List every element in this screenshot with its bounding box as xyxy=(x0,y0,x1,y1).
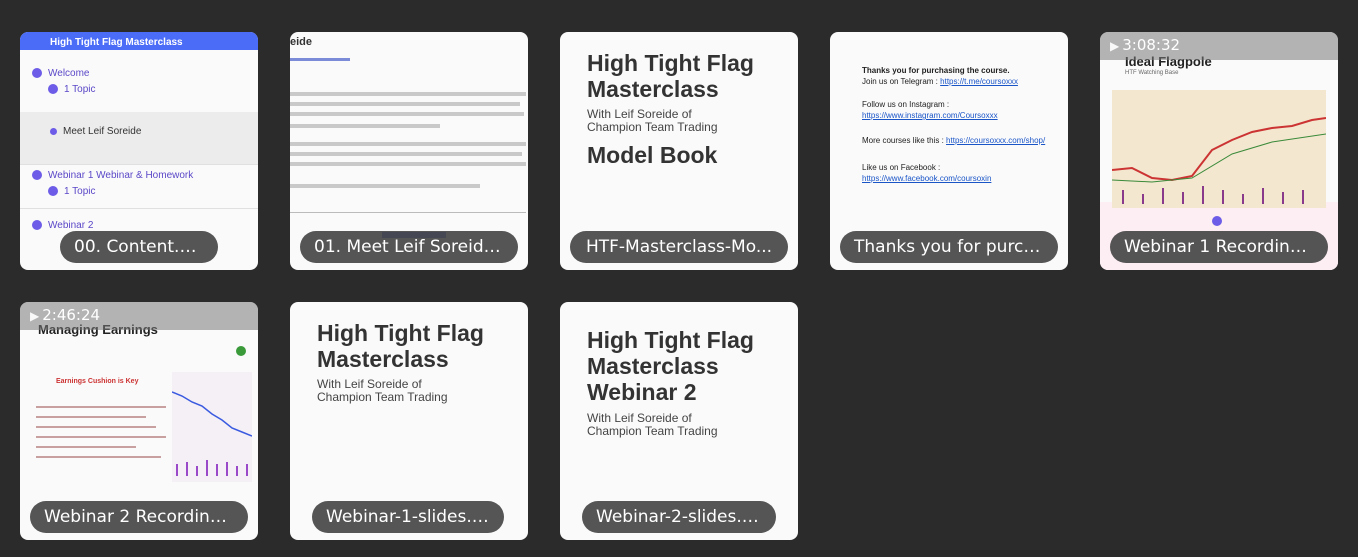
preview-selected-row xyxy=(20,112,258,164)
preview-text-line xyxy=(290,102,520,106)
file-name-label: Webinar-2-slides.pdf xyxy=(582,501,776,533)
play-icon: ▶ xyxy=(30,309,40,323)
preview-text: Thanks you for purchasing the course. xyxy=(862,66,1010,75)
file-tile-webinar-1-recording[interactable]: Ideal Flagpole HTF Watching Base ▶ 3:08:3… xyxy=(1100,32,1338,270)
file-name-label: Webinar 1 Recording ... xyxy=(1110,231,1328,263)
preview-text-line xyxy=(290,142,526,146)
info-icon xyxy=(1212,216,1222,226)
preview-text-line xyxy=(290,162,526,166)
preview-link xyxy=(290,58,350,61)
preview-row: Welcome xyxy=(32,68,90,79)
slide-subtitle: Champion Team Trading xyxy=(587,120,718,134)
file-name-label: Webinar 2 Recording ... xyxy=(30,501,248,533)
preview-text-line xyxy=(290,152,522,156)
preview-text-line xyxy=(290,92,526,96)
preview-text-line xyxy=(290,112,524,116)
file-tile-model-book[interactable]: High Tight Flag Masterclass With Leif So… xyxy=(560,32,798,270)
preview-row: Meet Leif Soreide xyxy=(50,126,141,137)
file-tile-meet-leif[interactable]: eide 01. Meet Leif Soreide.... xyxy=(290,32,528,270)
preview-link: https://www.facebook.com/coursoxin xyxy=(862,174,992,183)
slide-title: Model Book xyxy=(587,142,718,168)
preview-bullets xyxy=(36,398,166,466)
preview-row: Webinar 1 Webinar & Homework xyxy=(32,170,193,181)
search-icon xyxy=(236,346,246,356)
preview-chart xyxy=(1111,90,1327,208)
preview-subtitle: Earnings Cushion is Key xyxy=(56,378,139,385)
preview-text: Like us on Facebook : xyxy=(862,163,941,172)
file-name-label: 00. Content.png xyxy=(60,231,218,263)
slide-subtitle: Champion Team Trading xyxy=(317,390,448,404)
file-name-label: Thanks you for purch... xyxy=(840,231,1058,263)
slide-title: High Tight Flag Masterclass xyxy=(587,50,754,102)
file-name-label: Webinar-1-slides.pdf xyxy=(312,501,504,533)
preview-row: 1 Topic xyxy=(48,186,96,197)
preview-divider xyxy=(20,208,258,209)
file-tile-content-png[interactable]: High Tight Flag Masterclass Welcome 1 To… xyxy=(20,32,258,270)
preview-text: Follow us on Instagram : xyxy=(862,100,950,109)
preview-divider xyxy=(20,164,258,165)
file-tile-webinar-1-slides[interactable]: High Tight Flag Masterclass With Leif So… xyxy=(290,302,528,540)
preview-header: High Tight Flag Masterclass xyxy=(20,32,258,50)
video-duration-badge: ▶ 2:46:24 xyxy=(20,302,258,330)
preview-chart xyxy=(171,372,253,482)
video-duration-badge: ▶ 3:08:32 xyxy=(1100,32,1338,60)
slide-title: High Tight Flag Masterclass xyxy=(317,320,484,372)
file-tile-thanks[interactable]: Thanks you for purchasing the course. Jo… xyxy=(830,32,1068,270)
preview-text-line xyxy=(290,124,440,128)
file-name-label: 01. Meet Leif Soreide.... xyxy=(300,231,518,263)
file-tile-webinar-2-recording[interactable]: Managing Earnings Earnings Cushion is Ke… xyxy=(20,302,258,540)
preview-row: Webinar 2 xyxy=(32,220,93,231)
slide-title: High Tight Flag Masterclass Webinar 2 xyxy=(587,327,754,405)
preview-header: eide xyxy=(290,36,313,48)
preview-text-line xyxy=(290,184,480,188)
preview-divider xyxy=(290,212,526,213)
play-icon: ▶ xyxy=(1110,39,1120,53)
preview-row: 1 Topic xyxy=(48,84,96,95)
preview-text: More courses like this : https://coursox… xyxy=(862,136,1046,145)
file-tile-webinar-2-slides[interactable]: High Tight Flag Masterclass Webinar 2 Wi… xyxy=(560,302,798,540)
preview-link: https://www.instagram.com/Coursoxxx xyxy=(862,111,998,120)
file-name-label: HTF-Masterclass-Mo... xyxy=(570,231,788,263)
preview-text: Join us on Telegram : https://t.me/cours… xyxy=(862,77,1018,86)
slide-subtitle: Champion Team Trading xyxy=(587,424,718,438)
preview-subtitle: HTF Watching Base xyxy=(1125,70,1179,76)
